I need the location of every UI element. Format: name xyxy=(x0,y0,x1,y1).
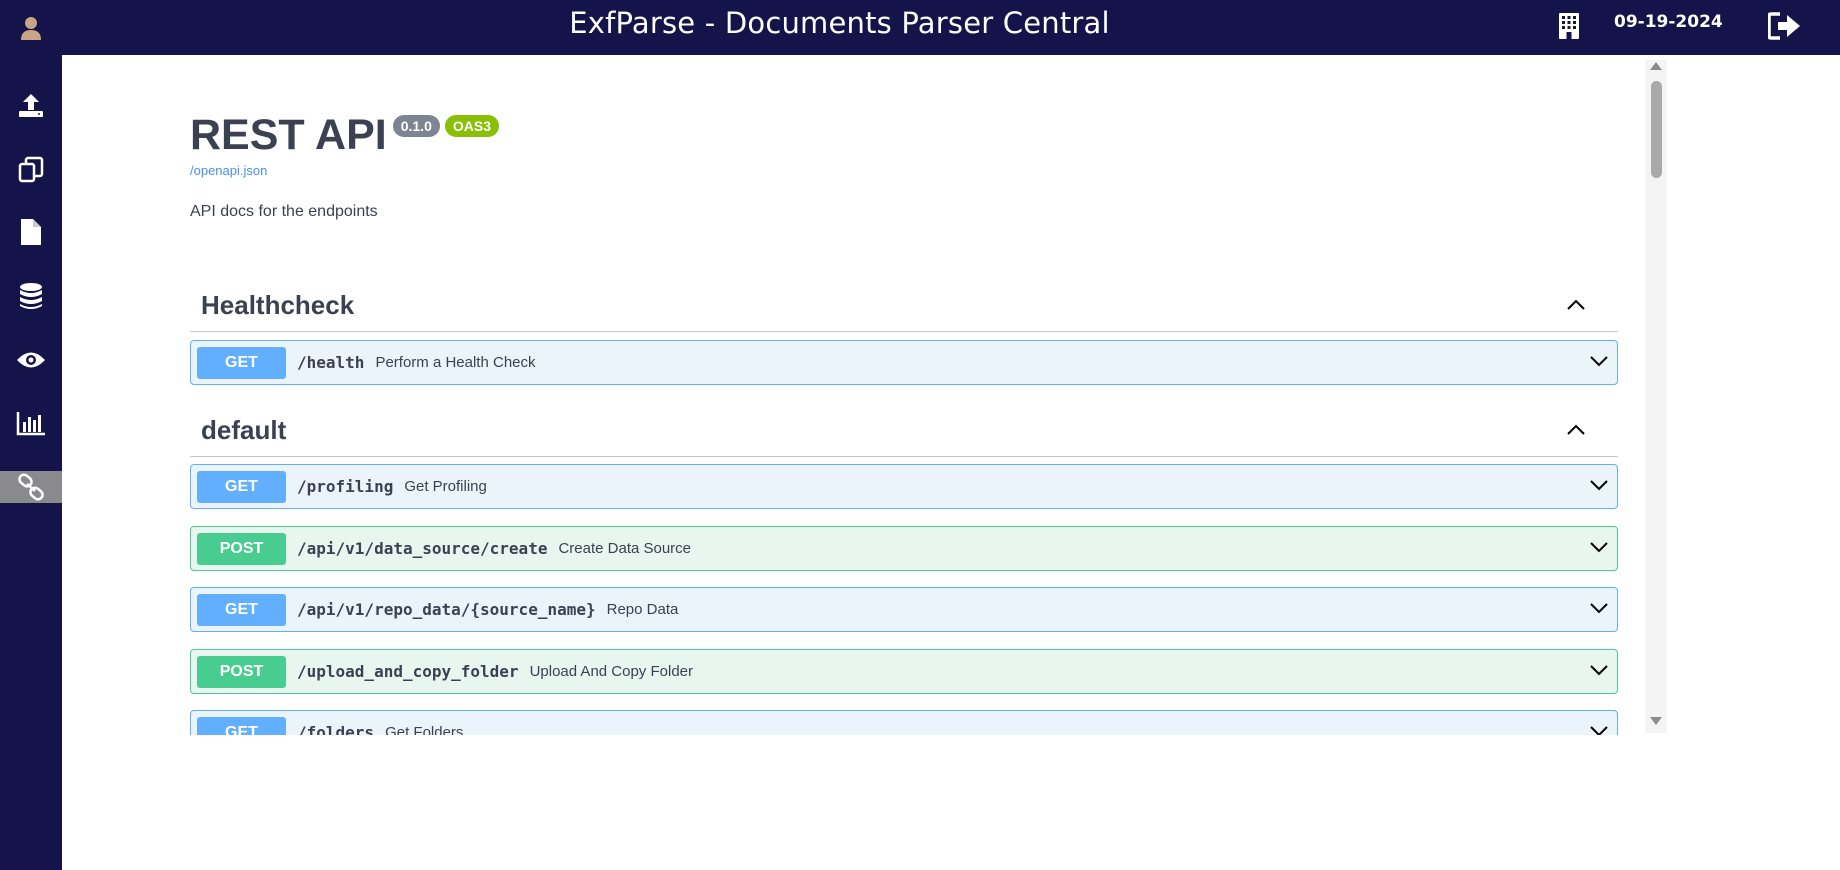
eye-icon xyxy=(16,349,46,371)
operation-summary: Get Folders xyxy=(385,724,464,735)
method-badge: GET xyxy=(197,346,286,379)
chevron-down-icon[interactable] xyxy=(1589,601,1609,619)
method-badge: GET xyxy=(197,593,286,626)
sidebar-item-view[interactable] xyxy=(0,344,62,376)
chevron-down-icon[interactable] xyxy=(1589,478,1609,496)
operation-get-health[interactable]: GET /health Perform a Health Check xyxy=(190,340,1618,385)
top-header: ExfParse - Documents Parser Central 09-1… xyxy=(62,0,1840,55)
operation-summary: Get Profiling xyxy=(404,478,487,495)
sidebar-item-database[interactable] xyxy=(0,280,62,312)
scroll-up-arrow[interactable] xyxy=(1650,62,1662,70)
sidebar-item-api[interactable] xyxy=(0,471,62,503)
operation-path: /upload_and_copy_folder xyxy=(297,662,519,681)
sidebar-item-file[interactable] xyxy=(0,216,62,248)
tag-title: Healthcheck xyxy=(201,290,355,320)
operation-get-folders[interactable]: GET /folders Get Folders xyxy=(190,710,1618,735)
app-title: ExfParse - Documents Parser Central xyxy=(569,6,1110,40)
operation-path: /api/v1/repo_data/{source_name} xyxy=(297,600,596,619)
oas-badge: OAS3 xyxy=(444,115,499,137)
operation-summary: Repo Data xyxy=(606,601,679,618)
user-avatar-icon[interactable] xyxy=(0,0,62,55)
operation-summary: Upload And Copy Folder xyxy=(529,663,693,680)
sidebar-item-copy[interactable] xyxy=(0,153,62,185)
version-badge: 0.1.0 xyxy=(392,115,440,137)
chevron-down-icon[interactable] xyxy=(1589,540,1609,558)
operation-get-profiling[interactable]: GET /profiling Get Profiling xyxy=(190,464,1618,509)
api-description: API docs for the endpoints xyxy=(190,203,378,220)
header-date: 09-19-2024 xyxy=(1614,12,1723,32)
operation-path: /api/v1/data_source/create xyxy=(297,539,548,558)
bar-chart-icon xyxy=(16,410,46,436)
operation-post-upload-and-copy-folder[interactable]: POST /upload_and_copy_folder Upload And … xyxy=(190,649,1618,694)
database-icon xyxy=(18,282,44,310)
method-badge: GET xyxy=(197,470,286,503)
openapi-spec-link[interactable]: /openapi.json xyxy=(190,163,267,178)
sidebar-item-analytics[interactable] xyxy=(0,407,62,439)
operation-path: /profiling xyxy=(297,477,394,496)
method-badge: POST xyxy=(197,532,286,565)
chevron-down-icon[interactable] xyxy=(1589,354,1609,372)
api-title: REST API xyxy=(190,111,387,159)
logout-icon[interactable] xyxy=(1767,12,1802,45)
link-icon xyxy=(16,472,46,502)
chevron-up-icon[interactable] xyxy=(1566,423,1586,441)
operation-summary: Create Data Source xyxy=(558,540,692,557)
operation-path: /health xyxy=(297,353,365,372)
tag-section-default[interactable]: default xyxy=(190,403,1618,457)
chevron-down-icon[interactable] xyxy=(1589,724,1609,735)
sidebar-item-upload[interactable] xyxy=(0,89,62,121)
tag-section-healthcheck[interactable]: Healthcheck xyxy=(190,278,1618,332)
sidebar xyxy=(0,0,62,870)
api-info-title: REST API 0.1.0 OAS3 xyxy=(190,111,499,159)
method-badge: GET xyxy=(197,716,286,735)
operation-get-repo-data[interactable]: GET /api/v1/repo_data/{source_name} Repo… xyxy=(190,587,1618,632)
file-icon xyxy=(18,218,44,246)
scroll-down-arrow[interactable] xyxy=(1650,717,1662,725)
operation-post-data-source-create[interactable]: POST /api/v1/data_source/create Create D… xyxy=(190,526,1618,571)
upload-icon xyxy=(17,91,45,119)
copy-documents-icon xyxy=(17,155,45,183)
tag-title: default xyxy=(201,415,287,445)
operation-summary: Perform a Health Check xyxy=(375,354,536,371)
swagger-frame: REST API 0.1.0 OAS3 /openapi.json API do… xyxy=(62,55,1666,735)
method-badge: POST xyxy=(197,655,286,688)
building-icon[interactable] xyxy=(1558,12,1580,45)
chevron-down-icon[interactable] xyxy=(1589,663,1609,681)
chevron-up-icon[interactable] xyxy=(1566,298,1586,316)
scrollbar-thumb[interactable] xyxy=(1651,81,1662,178)
operation-path: /folders xyxy=(297,723,375,735)
